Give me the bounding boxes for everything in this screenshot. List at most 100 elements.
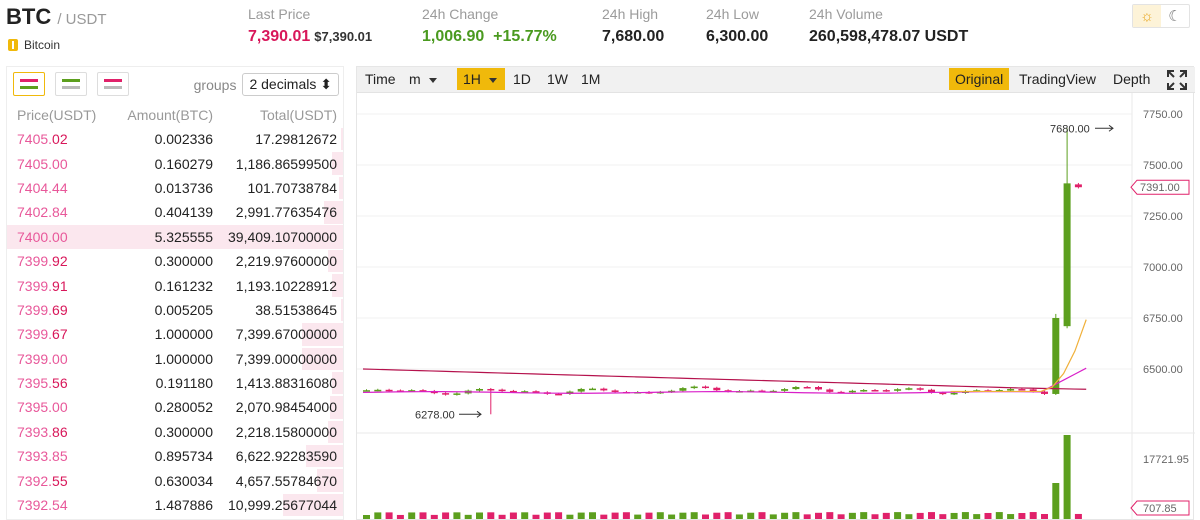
volume-bar-up (961, 512, 969, 519)
order-amount: 1.000000 (154, 326, 213, 343)
order-row[interactable]: 7405.02 0.002336 17.29812672 (7, 127, 343, 151)
order-amount: 0.280052 (154, 399, 213, 416)
order-total: 10,999.25677044 (228, 497, 337, 514)
buy-rows-icon (20, 86, 38, 89)
volume-bar-up (860, 512, 868, 519)
order-total: 1,186.86599500 (235, 155, 337, 172)
groups-control: groups 2 decimals ⬍ (194, 73, 339, 96)
col-amount: Amount(BTC) (127, 107, 213, 123)
order-amount: 0.630034 (154, 472, 213, 489)
volume-bar-down (702, 514, 709, 519)
volume-bar-up (464, 514, 472, 519)
volume-bar-down (600, 514, 608, 519)
volume-bar-down (611, 512, 619, 519)
volume-bar-down (916, 512, 924, 519)
view-bids-button[interactable] (55, 72, 87, 96)
order-row[interactable]: 7395.56 0.191180 1,413.88316080 (7, 371, 343, 395)
candle-down (442, 393, 450, 395)
asks-icon (104, 79, 122, 82)
expand-icon[interactable] (1167, 70, 1187, 90)
order-row[interactable]: 7392.55 0.630034 4,657.55784670 (7, 468, 343, 492)
volume-bar-down (724, 512, 732, 519)
volume-bar-down (882, 512, 890, 519)
order-book-toolbar: groups 2 decimals ⬍ (7, 67, 343, 103)
col-total: Total(USDT) (259, 107, 337, 123)
volume-bar-up (453, 512, 461, 519)
order-row[interactable]: 7393.86 0.300000 2,218.15800000 (7, 420, 343, 444)
order-amount: 0.191180 (155, 375, 213, 392)
order-row[interactable]: 7392.54 1.487886 10,999.25677044 (7, 493, 343, 517)
candle-down (1018, 389, 1026, 391)
interval-1m-button[interactable]: 1M (575, 68, 606, 90)
order-row[interactable]: 7393.85 0.895734 6,622.92283590 (7, 444, 343, 468)
moon-icon[interactable]: ☾ (1161, 5, 1189, 27)
last-price-stat: Last Price 7,390.01 $7,390.01 (248, 6, 372, 46)
candle-up (690, 386, 698, 389)
order-total: 1,193.10228912 (235, 277, 337, 294)
sun-icon[interactable]: ☼ (1133, 5, 1161, 27)
volume-bar-up (521, 512, 529, 519)
order-price: 7402.84 (17, 204, 68, 221)
order-price: 7400.00 (17, 228, 68, 245)
order-row[interactable]: 7399.91 0.161232 1,193.10228912 (7, 273, 343, 297)
volume-bar-down (622, 512, 630, 519)
order-row[interactable]: 7404.44 0.013736 101.70738784 (7, 176, 343, 200)
volume-bar-down (442, 512, 450, 519)
view-asks-button[interactable] (97, 72, 129, 96)
hour-dropdown[interactable]: 1H (457, 68, 505, 90)
order-row[interactable]: 7399.67 1.000000 7,399.67000000 (7, 322, 343, 346)
order-row[interactable]: 7395.00 0.280052 2,070.98454000 (7, 395, 343, 419)
candle-down (611, 390, 619, 392)
order-amount: 0.161232 (154, 277, 213, 294)
order-row[interactable]: 7405.00 0.160279 1,186.86599500 (7, 151, 343, 175)
candle-down (826, 389, 834, 392)
candle-up (950, 392, 958, 395)
volume-bar-down (396, 514, 404, 519)
time-button[interactable]: Time (359, 68, 402, 90)
volume-bar-down (498, 514, 506, 519)
volume-bar-down (713, 512, 721, 519)
ma-slow-line (362, 368, 1087, 390)
order-price: 7404.44 (17, 179, 68, 196)
order-total: 4,657.55784670 (235, 472, 337, 489)
order-price: 7399.91 (17, 277, 68, 294)
order-price: 7392.55 (17, 472, 68, 489)
volume-bar-up (668, 514, 676, 519)
order-row[interactable]: 7399.00 1.000000 7,399.00000000 (7, 347, 343, 371)
interval-1d-button[interactable]: 1D (507, 68, 537, 90)
volume-bar-up (848, 512, 856, 519)
order-row[interactable]: 7402.84 0.404139 2,991.77635476 (7, 200, 343, 224)
volume-bar-up (769, 514, 777, 519)
order-amount: 0.002336 (154, 131, 213, 148)
order-row[interactable]: 7400.00 5.325555 39,409.10700000 (7, 224, 343, 249)
minute-dropdown[interactable]: m (403, 68, 453, 90)
candle-up (577, 388, 585, 392)
candle-up (848, 390, 856, 393)
interval-1w-button[interactable]: 1W (541, 68, 574, 90)
order-row[interactable]: 7399.69 0.005205 38.51538645 (7, 298, 343, 322)
volume-bar-down (487, 512, 495, 519)
volume-bar-up (995, 512, 1003, 519)
original-tab[interactable]: Original (949, 68, 1010, 90)
volume-bar-up (735, 514, 743, 519)
candle-down (487, 388, 495, 391)
candle-down (916, 388, 924, 390)
bids-icon (62, 79, 80, 82)
volume-bar-up (589, 512, 596, 519)
candle-down (713, 387, 721, 391)
candlestick-chart[interactable]: 7750.00 7500.00 7250.00 7000.00 6750.00 6500.… (357, 93, 1195, 520)
candle-up (860, 390, 868, 392)
coin-name: Bitcoin (8, 38, 60, 52)
tradingview-tab[interactable]: TradingView (1013, 68, 1102, 90)
ma-fast-line (950, 319, 1087, 393)
asks-lines-icon (104, 86, 122, 89)
view-both-button[interactable] (13, 72, 45, 96)
depth-tab[interactable]: Depth (1107, 68, 1156, 90)
order-price: 7392.54 (17, 497, 68, 514)
volume-bar-up (1007, 514, 1015, 519)
decimals-select[interactable]: 2 decimals ⬍ (242, 73, 339, 96)
order-row[interactable]: 7399.92 0.300000 2,219.97600000 (7, 249, 343, 273)
volume-label: 24h Volume (809, 6, 883, 22)
volume-bar-down (645, 512, 653, 519)
volume-bar-up (679, 512, 687, 519)
